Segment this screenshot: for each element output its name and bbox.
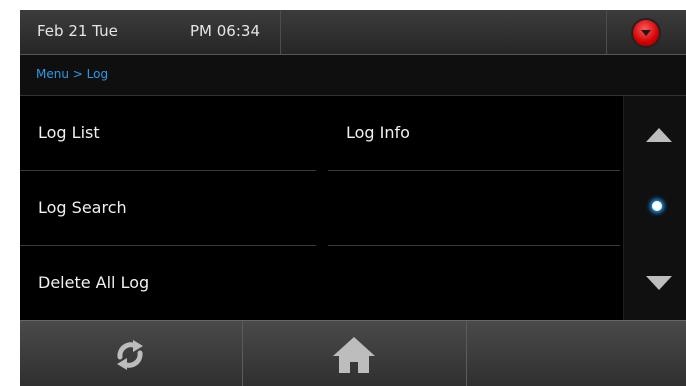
menu-item-empty [328, 171, 620, 245]
back-button[interactable] [20, 321, 242, 386]
status-time: PM 06:34 [190, 22, 260, 40]
device-screen: Feb 21 Tue PM 06:34 Menu > Log Log List … [20, 10, 686, 386]
home-icon [333, 337, 375, 373]
page-scroller [623, 96, 686, 320]
home-button[interactable] [243, 321, 466, 386]
triangle-down-icon[interactable] [646, 276, 672, 290]
chevron-down-icon [641, 30, 651, 36]
refresh-icon [117, 340, 143, 370]
bottom-nav-bar [20, 320, 686, 386]
triangle-up-icon[interactable] [646, 128, 672, 142]
menu-item-log-info[interactable]: Log Info [328, 96, 620, 170]
menu-item-log-list[interactable]: Log List [20, 96, 316, 170]
empty-nav-button[interactable] [467, 321, 686, 386]
log-menu: Log List Log Info Log Search Delete All … [20, 96, 620, 320]
breadcrumb-text: Menu > Log [36, 67, 109, 81]
status-divider [280, 10, 281, 54]
breadcrumb: Menu > Log [20, 55, 686, 96]
status-date: Feb 21 Tue [37, 22, 118, 40]
menu-item-log-search[interactable]: Log Search [20, 171, 316, 245]
menu-item-empty [328, 246, 620, 320]
page-dot-icon [652, 201, 662, 211]
alert-button[interactable] [633, 20, 659, 46]
status-divider [606, 10, 607, 54]
status-bar: Feb 21 Tue PM 06:34 [20, 10, 686, 55]
menu-item-delete-all-log[interactable]: Delete All Log [20, 246, 316, 320]
